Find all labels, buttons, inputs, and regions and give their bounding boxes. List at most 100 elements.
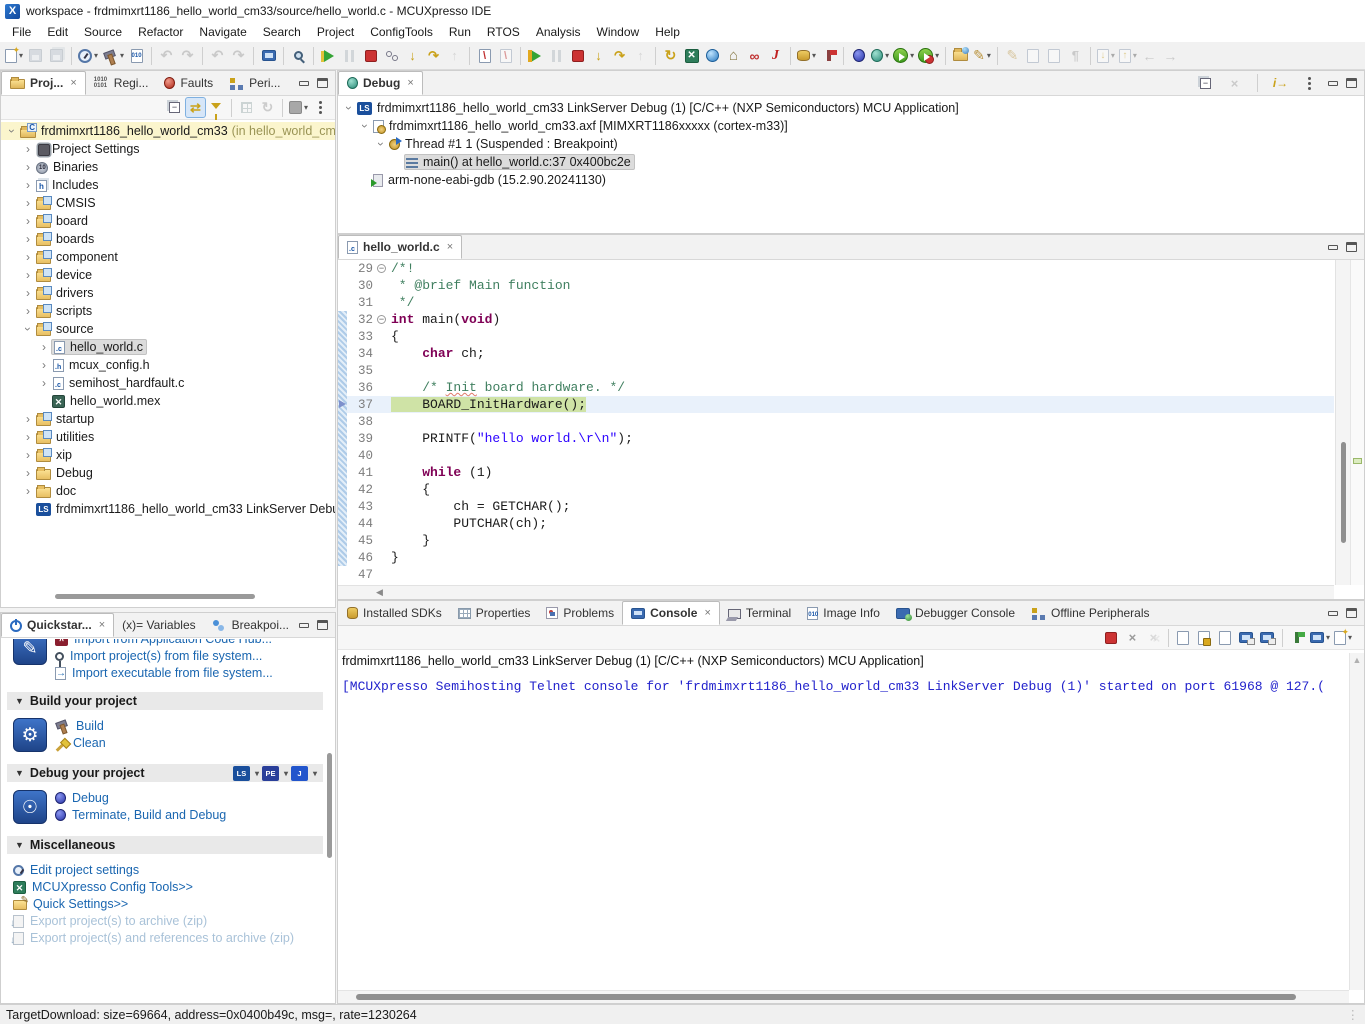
step-into-button[interactable]: ↓ — [402, 44, 423, 68]
expand-arrow-icon[interactable]: › — [21, 430, 35, 444]
menu-refactor[interactable]: Refactor — [130, 23, 191, 41]
run-button[interactable]: ▾ — [891, 44, 916, 68]
collapse-all-button[interactable]: − — [164, 97, 185, 118]
expand-arrow-icon[interactable]: › — [21, 232, 35, 246]
menu-rtos[interactable]: RTOS — [479, 23, 528, 41]
tree-item[interactable]: ›mcux_config.h — [1, 356, 335, 374]
tab-image-info[interactable]: Image Info — [799, 601, 888, 625]
vertical-sash[interactable] — [336, 70, 337, 1004]
code-line-31[interactable]: 31 */ — [338, 294, 1334, 311]
tree-item-content[interactable]: frdmimxrt1186_hello_world_cm33.axf [MIMX… — [372, 119, 791, 133]
refresh-debug-button[interactable]: ↻ — [660, 44, 681, 68]
dropdown-arrow-icon[interactable]: ▾ — [94, 51, 98, 60]
collapse-arrow-icon[interactable]: › — [5, 124, 19, 138]
link-clean[interactable]: Clean — [55, 736, 106, 750]
code-line-42[interactable]: 42 { — [338, 481, 1334, 498]
section-header-miscellaneous[interactable]: ▼Miscellaneous — [7, 836, 323, 854]
tab-properties[interactable]: Properties — [450, 601, 539, 625]
show-on-stderr-button[interactable] — [1257, 626, 1278, 650]
marker-pen-button[interactable]: ✎▾ — [971, 44, 993, 68]
tree-item-content[interactable]: doc — [35, 484, 79, 498]
dropdown-arrow-icon[interactable]: ▾ — [1111, 51, 1115, 60]
home-button[interactable]: ⌂ — [723, 44, 744, 68]
menu-edit[interactable]: Edit — [39, 23, 76, 41]
menu-configtools[interactable]: ConfigTools — [362, 23, 441, 41]
working-set-button[interactable]: ▾ — [287, 97, 310, 118]
tab-offline-peripherals[interactable]: Offline Peripherals — [1023, 601, 1158, 625]
code-line-45[interactable]: 45 } — [338, 532, 1334, 549]
tab-breakpoints[interactable]: Breakpoi... — [204, 613, 297, 637]
dropdown-arrow-icon[interactable]: ▾ — [304, 103, 308, 112]
display-selected-console-button[interactable]: ▾ — [1308, 626, 1332, 650]
link-edit-project-settings[interactable]: Edit project settings — [13, 863, 294, 877]
probe-button-ls[interactable]: LS — [233, 766, 250, 781]
expand-arrow-icon[interactable]: › — [21, 250, 35, 264]
tree-item-content[interactable]: LSfrdmimxrt1186_hello_world_cm33 LinkSer… — [35, 502, 335, 516]
code-line-38[interactable]: 38 — [338, 413, 1334, 430]
step-over-button[interactable]: ↷ — [423, 44, 444, 68]
close-icon[interactable]: × — [70, 77, 76, 89]
link-mcuxpresso-config-tools[interactable]: ✕MCUXpresso Config Tools>> — [13, 880, 294, 894]
maximize-button[interactable] — [1346, 242, 1357, 252]
tree-item-content[interactable]: CMSIS — [35, 196, 99, 210]
tree-item[interactable]: LSfrdmimxrt1186_hello_world_cm33 LinkSer… — [1, 500, 335, 518]
skip-all-breakpoints-button[interactable] — [474, 44, 495, 68]
remove-launch-button[interactable]: × — [1122, 626, 1143, 650]
tree-item[interactable]: ›startup — [1, 410, 335, 428]
tab-terminal[interactable]: Terminal — [720, 601, 799, 625]
dropdown-arrow-icon[interactable]: ▾ — [935, 51, 939, 60]
code-line-40[interactable]: 40 — [338, 447, 1334, 464]
tree-item[interactable]: ✕hello_world.mex — [1, 392, 335, 410]
collapse-all-button[interactable]: − — [1195, 71, 1216, 95]
dropdown-arrow-icon[interactable]: ▾ — [1133, 51, 1137, 60]
code-line-39[interactable]: 39 PRINTF("hello world.\r\n"); — [338, 430, 1334, 447]
section-collapse-icon[interactable]: ▼ — [15, 696, 24, 706]
expand-arrow-icon[interactable]: › — [21, 286, 35, 300]
link-debug[interactable]: Debug — [55, 791, 226, 805]
expand-arrow-icon[interactable]: › — [37, 340, 51, 354]
tree-item[interactable]: ›board — [1, 212, 335, 230]
tab-debugger-console[interactable]: Debugger Console — [888, 601, 1023, 625]
expand-arrow-icon[interactable]: › — [21, 214, 35, 228]
dropdown-arrow-icon[interactable]: ▾ — [885, 51, 889, 60]
tree-item[interactable]: ›CMSIS — [1, 194, 335, 212]
code-line-46[interactable]: 46} — [338, 549, 1334, 566]
step-over-alt-button[interactable]: ↷ — [609, 44, 630, 68]
build-binary-button[interactable] — [126, 44, 147, 68]
code-line-32[interactable]: 32−int main(void) — [338, 311, 1334, 328]
scrollbar-thumb[interactable] — [1341, 442, 1346, 543]
tree-item-content[interactable]: Project Settings — [35, 142, 143, 156]
tree-item-content[interactable]: startup — [35, 412, 97, 426]
menu-help[interactable]: Help — [647, 23, 688, 41]
fold-column[interactable]: − — [375, 315, 388, 324]
tree-item[interactable]: ›source — [1, 320, 335, 338]
tree-item[interactable]: ›Debug — [1, 464, 335, 482]
config-tools-button[interactable]: ✕ — [681, 44, 702, 68]
tab-variables[interactable]: (x)= Variables — [114, 613, 203, 637]
link-import-from-application-code-hub[interactable]: ∧Import from Application Code Hub... — [55, 639, 273, 646]
disconnect-button[interactable] — [381, 44, 402, 68]
tree-item-content[interactable]: hello_world.c — [51, 339, 147, 355]
link-import-project-s-from-file-system[interactable]: Import project(s) from file system... — [55, 649, 273, 663]
launch-configurations-button[interactable]: ▾ — [76, 44, 100, 68]
tab-registers[interactable]: Regi... — [86, 71, 157, 95]
close-icon[interactable]: × — [407, 77, 413, 89]
tree-item[interactable]: ›component — [1, 248, 335, 266]
link-chain-button[interactable]: ∞ — [744, 44, 765, 68]
tree-item[interactable]: ›drivers — [1, 284, 335, 302]
tree-item[interactable]: ›xip — [1, 446, 335, 464]
search-button[interactable] — [288, 44, 309, 68]
tree-item-content[interactable]: xip — [35, 448, 75, 462]
tree-item[interactable]: ›Project Settings — [1, 140, 335, 158]
open-console-view-button[interactable] — [258, 44, 279, 68]
open-folder-button[interactable] — [950, 44, 971, 68]
code-line-41[interactable]: 41 while (1) — [338, 464, 1334, 481]
expand-arrow-icon[interactable]: › — [21, 412, 35, 426]
code-editor[interactable]: 29−/*!30 * @brief Main function31 */32−i… — [338, 260, 1334, 585]
clear-console-button[interactable] — [1173, 626, 1194, 650]
fold-column[interactable]: − — [375, 264, 388, 273]
code-line-29[interactable]: 29−/*! — [338, 260, 1334, 277]
collapse-arrow-icon[interactable]: › — [342, 101, 356, 115]
new-wizard-button[interactable]: ▾ — [3, 44, 25, 68]
minimize-button[interactable] — [299, 623, 309, 628]
